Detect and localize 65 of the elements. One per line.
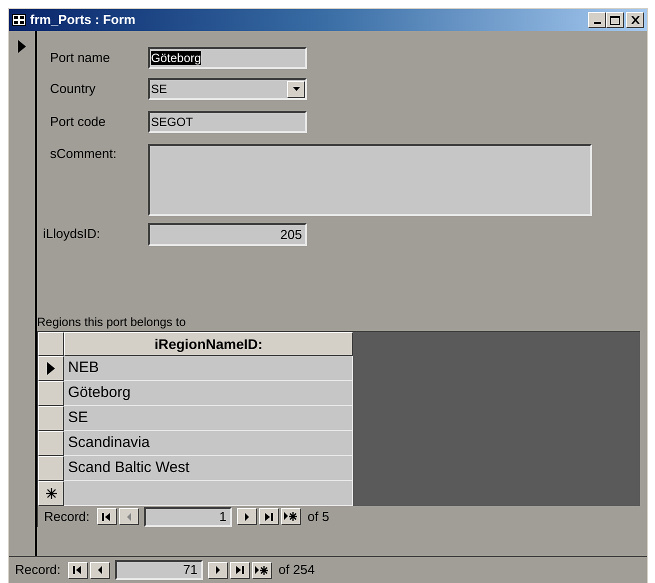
- record-count: of 254: [278, 561, 315, 580]
- record-count: of 5: [308, 508, 330, 526]
- input-field[interactable]: SEGOT: [148, 111, 307, 133]
- row-selector[interactable]: [38, 456, 64, 481]
- next-record-button[interactable]: [236, 508, 257, 525]
- first-record-button[interactable]: [96, 508, 117, 525]
- country-combo-box[interactable]: SE: [148, 78, 307, 100]
- current-record-icon: [18, 40, 26, 53]
- row-selector[interactable]: [38, 431, 64, 456]
- minimize-button[interactable]: [588, 12, 606, 28]
- comment-field[interactable]: [148, 144, 592, 216]
- last-record-icon: [234, 566, 245, 574]
- new-record-button[interactable]: [252, 562, 272, 578]
- form-icon: [12, 14, 26, 26]
- field-label: Port code: [49, 113, 107, 132]
- table-cell: Scandinavia: [64, 431, 353, 456]
- row-selector[interactable]: [38, 356, 64, 381]
- record-label: Record:: [15, 561, 61, 580]
- close-button[interactable]: [626, 12, 644, 28]
- first-record-button[interactable]: [68, 562, 88, 578]
- asterisk-icon: [46, 488, 56, 499]
- row-selector[interactable]: [38, 406, 64, 431]
- new-record-icon: [255, 566, 268, 574]
- next-record-icon: [214, 566, 221, 574]
- field-label: iLloydsID:: [43, 225, 102, 244]
- record-number-field[interactable]: 1: [144, 506, 232, 526]
- next-record-button[interactable]: [208, 562, 228, 578]
- subform-label: Regions this port belongs to: [37, 315, 187, 329]
- previous-record-icon: [96, 566, 103, 574]
- record-label: Record:: [44, 508, 90, 526]
- last-record-button[interactable]: [258, 508, 279, 525]
- field-value: SEGOT: [151, 115, 194, 129]
- field-label: Country: [49, 80, 97, 98]
- column-header[interactable]: iRegionNameID:: [64, 332, 353, 356]
- field-label: sComment:: [49, 145, 118, 163]
- row-selector[interactable]: [38, 381, 64, 406]
- table-cell: Göteborg: [64, 381, 353, 406]
- corner-cell: [38, 332, 64, 356]
- record-number-field[interactable]: 71: [114, 560, 203, 580]
- table-cell: Scand Baltic West: [64, 456, 353, 481]
- new-record-button[interactable]: [280, 508, 301, 525]
- last-record-icon: [264, 512, 274, 520]
- dropdown-arrow-icon: [292, 87, 300, 91]
- next-record-icon: [244, 512, 250, 520]
- current-row-icon: [47, 362, 55, 375]
- new-record-icon: [284, 512, 298, 521]
- maximize-button[interactable]: [606, 12, 624, 28]
- input-field[interactable]: Göteborg: [148, 47, 307, 69]
- field-value: Göteborg: [151, 51, 202, 65]
- last-record-button[interactable]: [230, 562, 250, 578]
- table-cell: SE: [64, 406, 353, 431]
- minimize-icon: [594, 22, 600, 24]
- field-label: Port name: [49, 49, 111, 68]
- previous-record-button[interactable]: [90, 562, 110, 578]
- close-icon: [630, 16, 640, 24]
- previous-record-icon: [126, 512, 132, 520]
- table-cell: NEB: [64, 356, 353, 381]
- dropdown-button[interactable]: [287, 80, 305, 98]
- new-row-selector[interactable]: [38, 481, 64, 506]
- maximize-icon: [610, 16, 620, 24]
- window-title: frm_Ports : Form: [30, 11, 136, 30]
- input-field[interactable]: 205: [148, 222, 307, 246]
- first-record-icon: [72, 566, 83, 574]
- combo-value: SE: [151, 81, 168, 98]
- first-record-icon: [102, 512, 112, 520]
